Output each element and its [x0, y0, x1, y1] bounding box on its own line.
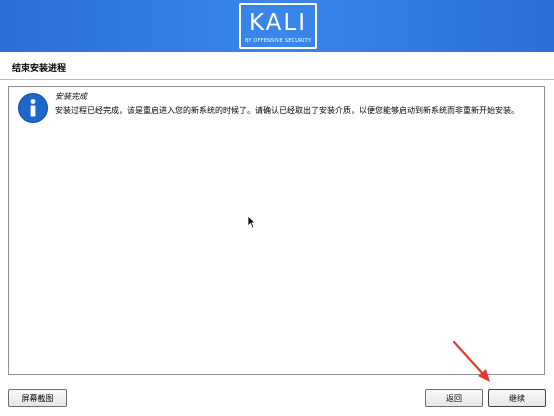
red-arrow-annotation [452, 340, 490, 382]
continue-button[interactable]: 继续 [488, 389, 546, 407]
back-button[interactable]: 返回 [425, 389, 483, 407]
screenshot-button[interactable]: 屏幕截图 [8, 389, 67, 407]
